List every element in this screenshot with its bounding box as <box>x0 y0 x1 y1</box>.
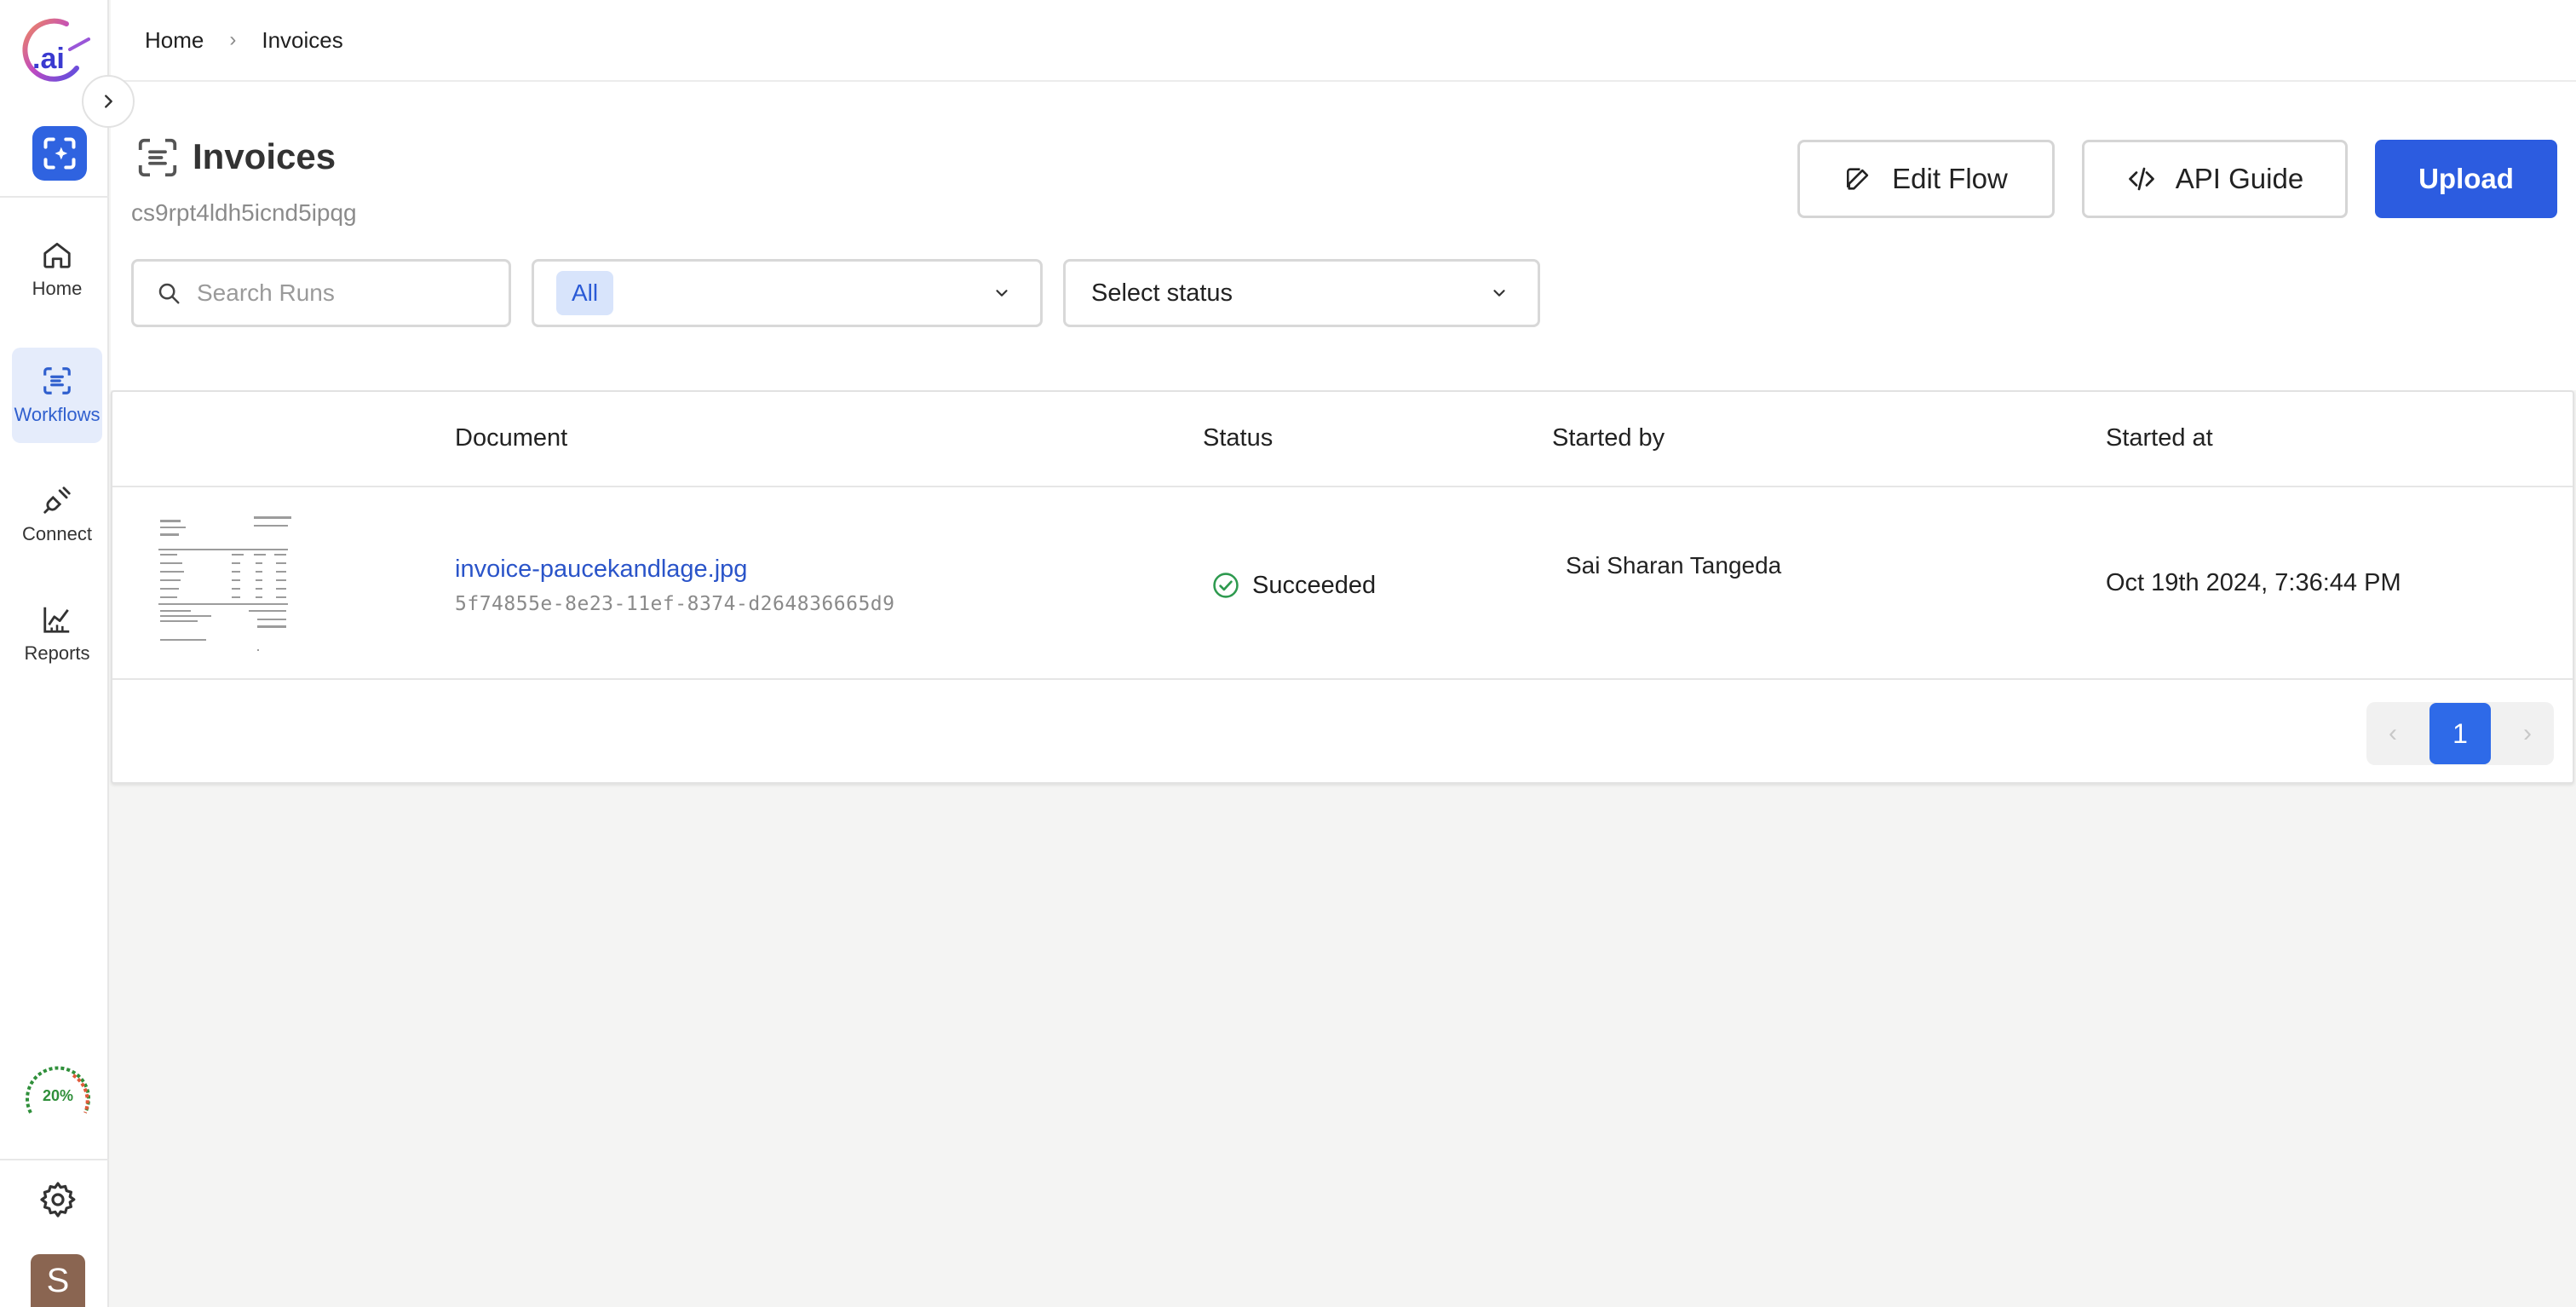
status-badge: Succeeded <box>1211 571 1376 600</box>
usage-gauge-value: 20% <box>43 1087 73 1104</box>
page-header: Invoices cs9rpt4ldh5icnd5ipqg Edit Flow … <box>111 82 2576 390</box>
chevron-down-icon <box>1493 290 1505 297</box>
runs-table: Document Status Started by Started at in… <box>111 390 2574 784</box>
search-input[interactable] <box>197 279 486 307</box>
chevron-right-icon <box>105 95 112 108</box>
code-icon <box>2128 167 2154 191</box>
started-by: Sai Sharan Tangeda <box>1566 552 1782 579</box>
sidebar-item-label: Workflows <box>14 404 101 425</box>
user-avatar[interactable]: S <box>31 1254 85 1307</box>
api-guide-label: API Guide <box>2175 163 2304 194</box>
table-row[interactable]: invoice-paucekandlage.jpg 5f74855e-8e23-… <box>112 487 2573 680</box>
sidebar: .ai Home Workflows Connect Reports 20% S <box>0 0 135 1307</box>
gear-icon <box>40 1182 76 1218</box>
document-id: 5f74855e-8e23-11ef-8374-d264836665d9 <box>455 593 895 615</box>
home-icon <box>43 242 71 268</box>
sidebar-divider <box>0 196 109 198</box>
status-text: Succeeded <box>1252 571 1377 599</box>
edit-flow-button[interactable]: Edit Flow <box>1797 140 2055 218</box>
page-button[interactable]: 1 <box>2429 703 2491 764</box>
logo-text: .ai <box>32 43 65 75</box>
workflow-app-icon[interactable] <box>32 126 87 181</box>
started-at: Oct 19th 2024, 7:36:44 PM <box>2106 569 2401 596</box>
page-title: Invoices <box>193 136 336 176</box>
chart-icon <box>43 607 70 633</box>
search-icon <box>158 283 180 304</box>
status-filter-placeholder: Select status <box>1091 279 1233 307</box>
sidebar-expand-button[interactable] <box>82 75 135 128</box>
sidebar-item-connect[interactable]: Connect <box>12 467 102 562</box>
settings-button[interactable] <box>37 1179 78 1220</box>
breadcrumb-separator-icon: › <box>229 28 237 51</box>
next-page-button[interactable]: › <box>2523 719 2532 748</box>
sidebar-divider <box>0 1159 109 1160</box>
document-thumbnail[interactable] <box>147 513 296 656</box>
sidebar-item-workflows[interactable]: Workflows <box>12 348 102 443</box>
type-filter-tag[interactable]: All <box>556 271 614 315</box>
breadcrumb-current: Invoices <box>262 26 343 53</box>
upload-label: Upload <box>2418 163 2514 194</box>
search-runs-field[interactable] <box>131 259 511 327</box>
plug-icon <box>43 487 71 514</box>
chevron-down-icon <box>996 290 1008 297</box>
column-header-started-by: Started by <box>1552 424 1665 452</box>
table-header: Document Status Started by Started at <box>112 392 2573 487</box>
sidebar-item-home[interactable]: Home <box>12 222 102 317</box>
workflow-icon <box>138 138 177 177</box>
breadcrumb: Home › Invoices <box>111 0 2576 82</box>
column-header-started-at: Started at <box>2106 424 2213 452</box>
upload-button[interactable]: Upload <box>2375 140 2557 218</box>
api-guide-button[interactable]: API Guide <box>2082 140 2348 218</box>
breadcrumb-home[interactable]: Home <box>145 27 204 54</box>
sidebar-item-label: Connect <box>22 523 92 544</box>
logo[interactable]: .ai <box>14 15 90 89</box>
document-link[interactable]: invoice-paucekandlage.jpg <box>455 556 747 584</box>
workflow-icon <box>43 367 71 394</box>
check-circle-icon <box>1213 573 1239 598</box>
column-header-document: Document <box>455 424 568 452</box>
sidebar-item-label: Home <box>32 278 83 299</box>
edit-flow-label: Edit Flow <box>1892 163 2008 194</box>
previous-page-button[interactable]: ‹ <box>2389 719 2397 748</box>
sidebar-item-reports[interactable]: Reports <box>12 586 102 682</box>
edit-icon <box>1847 168 1869 190</box>
pagination: ‹ 1 › <box>2366 702 2554 765</box>
usage-gauge[interactable]: 20% <box>22 1063 94 1123</box>
type-filter-select[interactable]: All <box>532 259 1043 327</box>
sidebar-item-label: Reports <box>24 642 90 664</box>
status-filter-select[interactable]: Select status <box>1063 259 1540 327</box>
workflow-id: cs9rpt4ldh5icnd5ipqg <box>131 199 357 226</box>
column-header-status: Status <box>1203 424 1274 452</box>
